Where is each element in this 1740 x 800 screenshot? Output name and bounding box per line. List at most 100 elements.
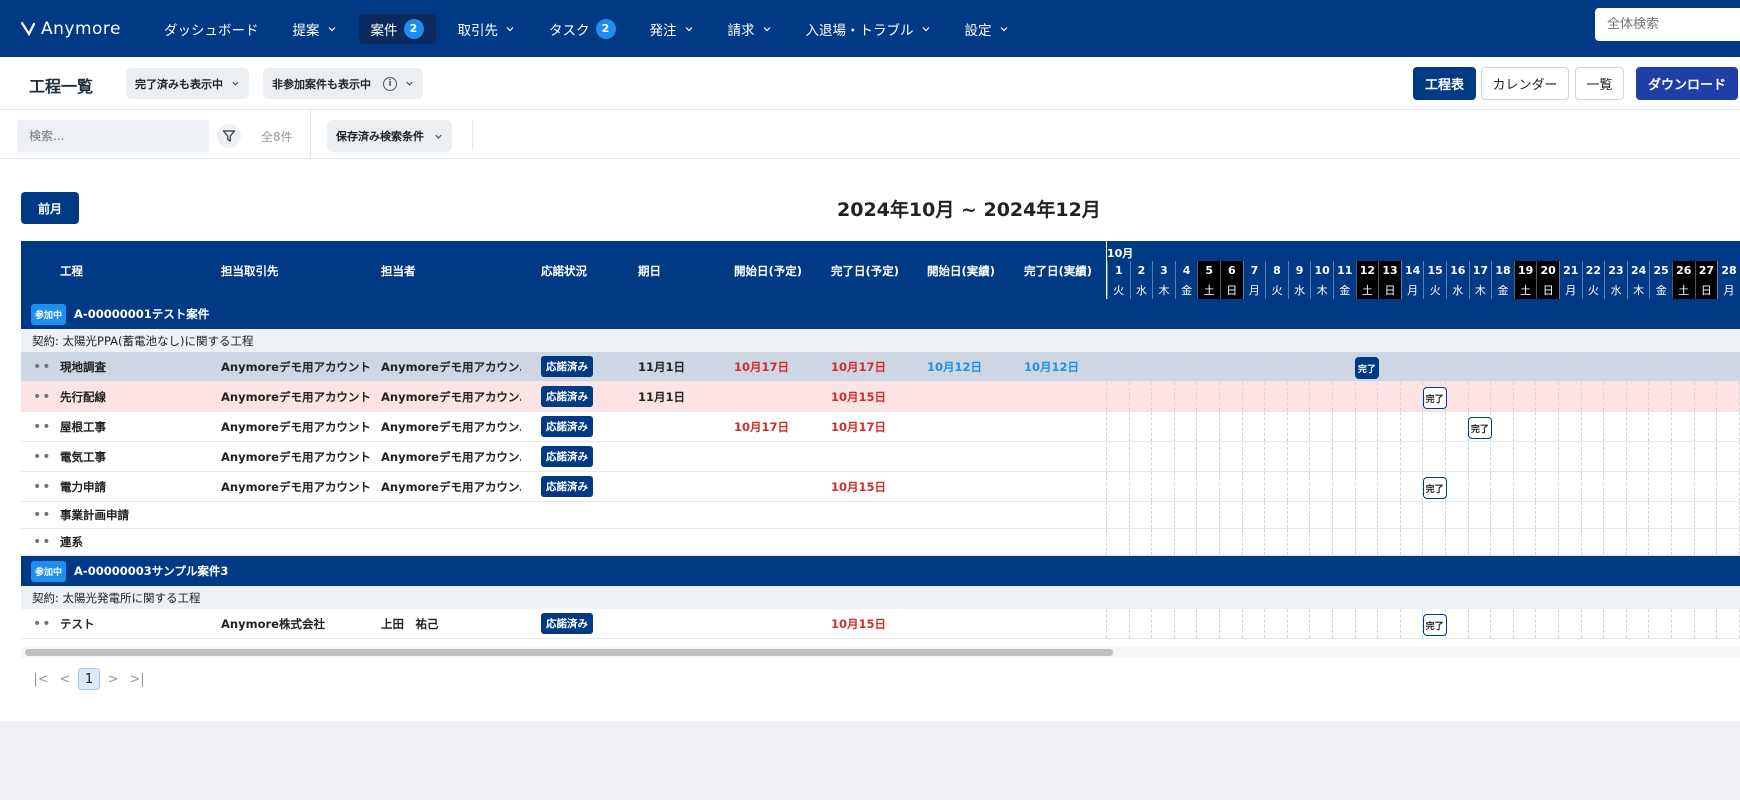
previous-page-button[interactable]: < [54, 668, 76, 690]
show-completed-toggle[interactable]: 完了済みも表示中 [126, 68, 249, 99]
completion-marker[interactable]: 完了 [1467, 417, 1492, 439]
gantt-timeline [1106, 442, 1740, 471]
gantt-gridline [1558, 529, 1559, 555]
nav-item[interactable]: 発注 [638, 14, 706, 44]
page-number-button[interactable]: 1 [78, 668, 100, 690]
gantt-gridline [1286, 529, 1288, 555]
column-header[interactable]: 応諾状況 [541, 263, 587, 279]
gantt-gridline [1332, 472, 1333, 501]
project-group-header[interactable]: 参加中 A-00000003サンプル案件3 [21, 556, 1740, 586]
calendar-day: 13 [1378, 261, 1401, 280]
column-header[interactable]: 担当取引先 [221, 263, 279, 279]
table-row[interactable]: ••• 電気工事 Anymoreデモ用アカウント Anymoreデモ用アカウン… 応諾済… [21, 442, 1740, 472]
schedule-view-button[interactable]: 工程表 [1413, 67, 1476, 100]
row-menu-icon[interactable]: ••• [33, 352, 53, 381]
nav-item-label: 請求 [727, 22, 755, 39]
nav-item[interactable]: 取引先 [446, 14, 528, 44]
last-page-button[interactable]: >| [126, 668, 148, 690]
gantt-gridline [1625, 382, 1627, 411]
table-row[interactable]: ••• 事業計画申請 [21, 502, 1740, 529]
column-header[interactable]: 期日 [638, 263, 661, 279]
cell-due: 11月1日 [638, 359, 686, 374]
previous-month-button[interactable]: 前月 [21, 192, 79, 224]
row-menu-icon[interactable]: ••• [33, 472, 53, 501]
completion-marker[interactable]: 完了 [1422, 477, 1447, 499]
column-header[interactable]: 開始日(実績) [927, 263, 995, 279]
gantt-gridline [1716, 529, 1718, 555]
completion-marker[interactable]: 完了 [1422, 614, 1447, 636]
column-header[interactable]: 工程 [60, 263, 83, 279]
project-title[interactable]: A-00000001テスト案件 [74, 306, 209, 322]
global-search-input[interactable] [1595, 8, 1740, 41]
column-header[interactable]: 完了日(予定) [831, 263, 899, 279]
gantt-gridline [1241, 382, 1243, 411]
nav-item[interactable]: 案件 2 [358, 13, 436, 44]
table-row[interactable]: ••• 現地調査 Anymoreデモ用アカウント Anymoreデモ用アカウン… 応諾済… [21, 352, 1740, 382]
gantt-gridline [1512, 529, 1514, 555]
calendar-day: 21 [1559, 261, 1582, 280]
table-row[interactable]: ••• 先行配線 Anymoreデモ用アカウント Anymoreデモ用アカウン… 応諾済… [21, 382, 1740, 412]
next-page-button[interactable]: > [102, 668, 124, 690]
anymore-logo-icon [20, 21, 36, 36]
column-header[interactable]: 担当者 [381, 263, 416, 279]
table-row[interactable]: ••• 電力申請 Anymoreデモ用アカウント Anymoreデモ用アカウン… 応諾済… [21, 472, 1740, 502]
nav-item-label: 設定 [964, 22, 992, 39]
calendar-day: 6 [1220, 261, 1243, 280]
gantt-gridline [1490, 442, 1492, 471]
column-header[interactable]: 開始日(予定) [734, 263, 802, 279]
gantt-gridline [1535, 442, 1537, 471]
gantt-gridline [1219, 609, 1220, 638]
saved-search-dropdown[interactable]: 保存済み検索条件 [327, 120, 452, 152]
table-row[interactable]: ••• 屋根工事 Anymoreデモ用アカウント Anymoreデモ用アカウン… 応諾済… [21, 412, 1740, 442]
nav-item[interactable]: 請求 [716, 14, 784, 44]
completion-marker[interactable]: 完了 [1354, 357, 1379, 379]
search-input[interactable] [17, 120, 209, 152]
column-header[interactable]: 完了日(実績) [1024, 263, 1092, 279]
nav-item[interactable]: 設定 [953, 14, 1021, 44]
row-menu-icon[interactable]: ••• [33, 382, 53, 411]
nav-item[interactable]: 入退場・トラブル [794, 14, 943, 44]
show-nonparticipating-toggle[interactable]: 非参加案件も表示中 i [263, 68, 423, 99]
calendar-day: 2 [1129, 261, 1153, 280]
project-title[interactable]: A-00000003サンプル案件3 [74, 563, 228, 579]
completion-marker[interactable]: 完了 [1422, 387, 1447, 409]
row-menu-icon[interactable]: ••• [33, 529, 53, 555]
gantt-gridline [1286, 502, 1288, 528]
row-menu-icon[interactable]: ••• [33, 412, 53, 441]
gantt-gridline [1106, 442, 1107, 471]
table-row[interactable]: ••• テスト Anymore株式会社 上田 祐己 応諾済み 10月15日 完了 [21, 609, 1740, 639]
nav-item[interactable]: 提案 [281, 14, 349, 44]
calendar-weekday: 月 [1717, 280, 1740, 299]
calendar-day: 4 [1174, 261, 1198, 280]
brand-logo[interactable]: Anymore [20, 19, 138, 39]
gantt-gridline [1286, 442, 1288, 471]
calendar-day: 9 [1287, 261, 1311, 280]
project-group-header[interactable]: 参加中 A-00000001テスト案件 [21, 299, 1740, 329]
calendar-day: 11 [1333, 261, 1356, 280]
list-view-button[interactable]: 一覧 [1575, 67, 1624, 100]
nav-item[interactable]: タスク 2 [537, 14, 628, 44]
gantt-gridline [1445, 442, 1446, 471]
cell-accept: 応諾済み [541, 352, 593, 381]
contract-label: 契約: 太陽光発電所に関する工程 [21, 586, 1740, 609]
table-row[interactable]: ••• 連系 [21, 529, 1740, 556]
row-menu-icon[interactable]: ••• [33, 442, 53, 471]
horizontal-scrollbar-thumb[interactable] [25, 649, 1113, 656]
gantt-gridline [1219, 502, 1220, 528]
cell-plan-end: 10月15日 [831, 479, 887, 494]
filter-button[interactable] [217, 124, 241, 148]
gantt-gridline [1151, 472, 1153, 501]
calendar-day: 3 [1152, 261, 1175, 280]
gantt-gridline [1264, 609, 1266, 638]
cell-partner: Anymoreデモ用アカウント [221, 479, 371, 494]
chevron-down-icon [922, 26, 929, 31]
row-menu-icon[interactable]: ••• [33, 502, 53, 528]
row-menu-icon[interactable]: ••• [33, 609, 53, 638]
nav-item[interactable]: ダッシュボード [152, 14, 271, 44]
calendar-view-button[interactable]: カレンダー [1481, 67, 1569, 100]
download-button[interactable]: ダウンロード [1636, 67, 1738, 100]
info-icon[interactable]: i [383, 76, 397, 91]
gantt-gridline [1219, 442, 1220, 471]
first-page-button[interactable]: |< [30, 668, 52, 690]
gantt-gridline [1219, 529, 1220, 555]
